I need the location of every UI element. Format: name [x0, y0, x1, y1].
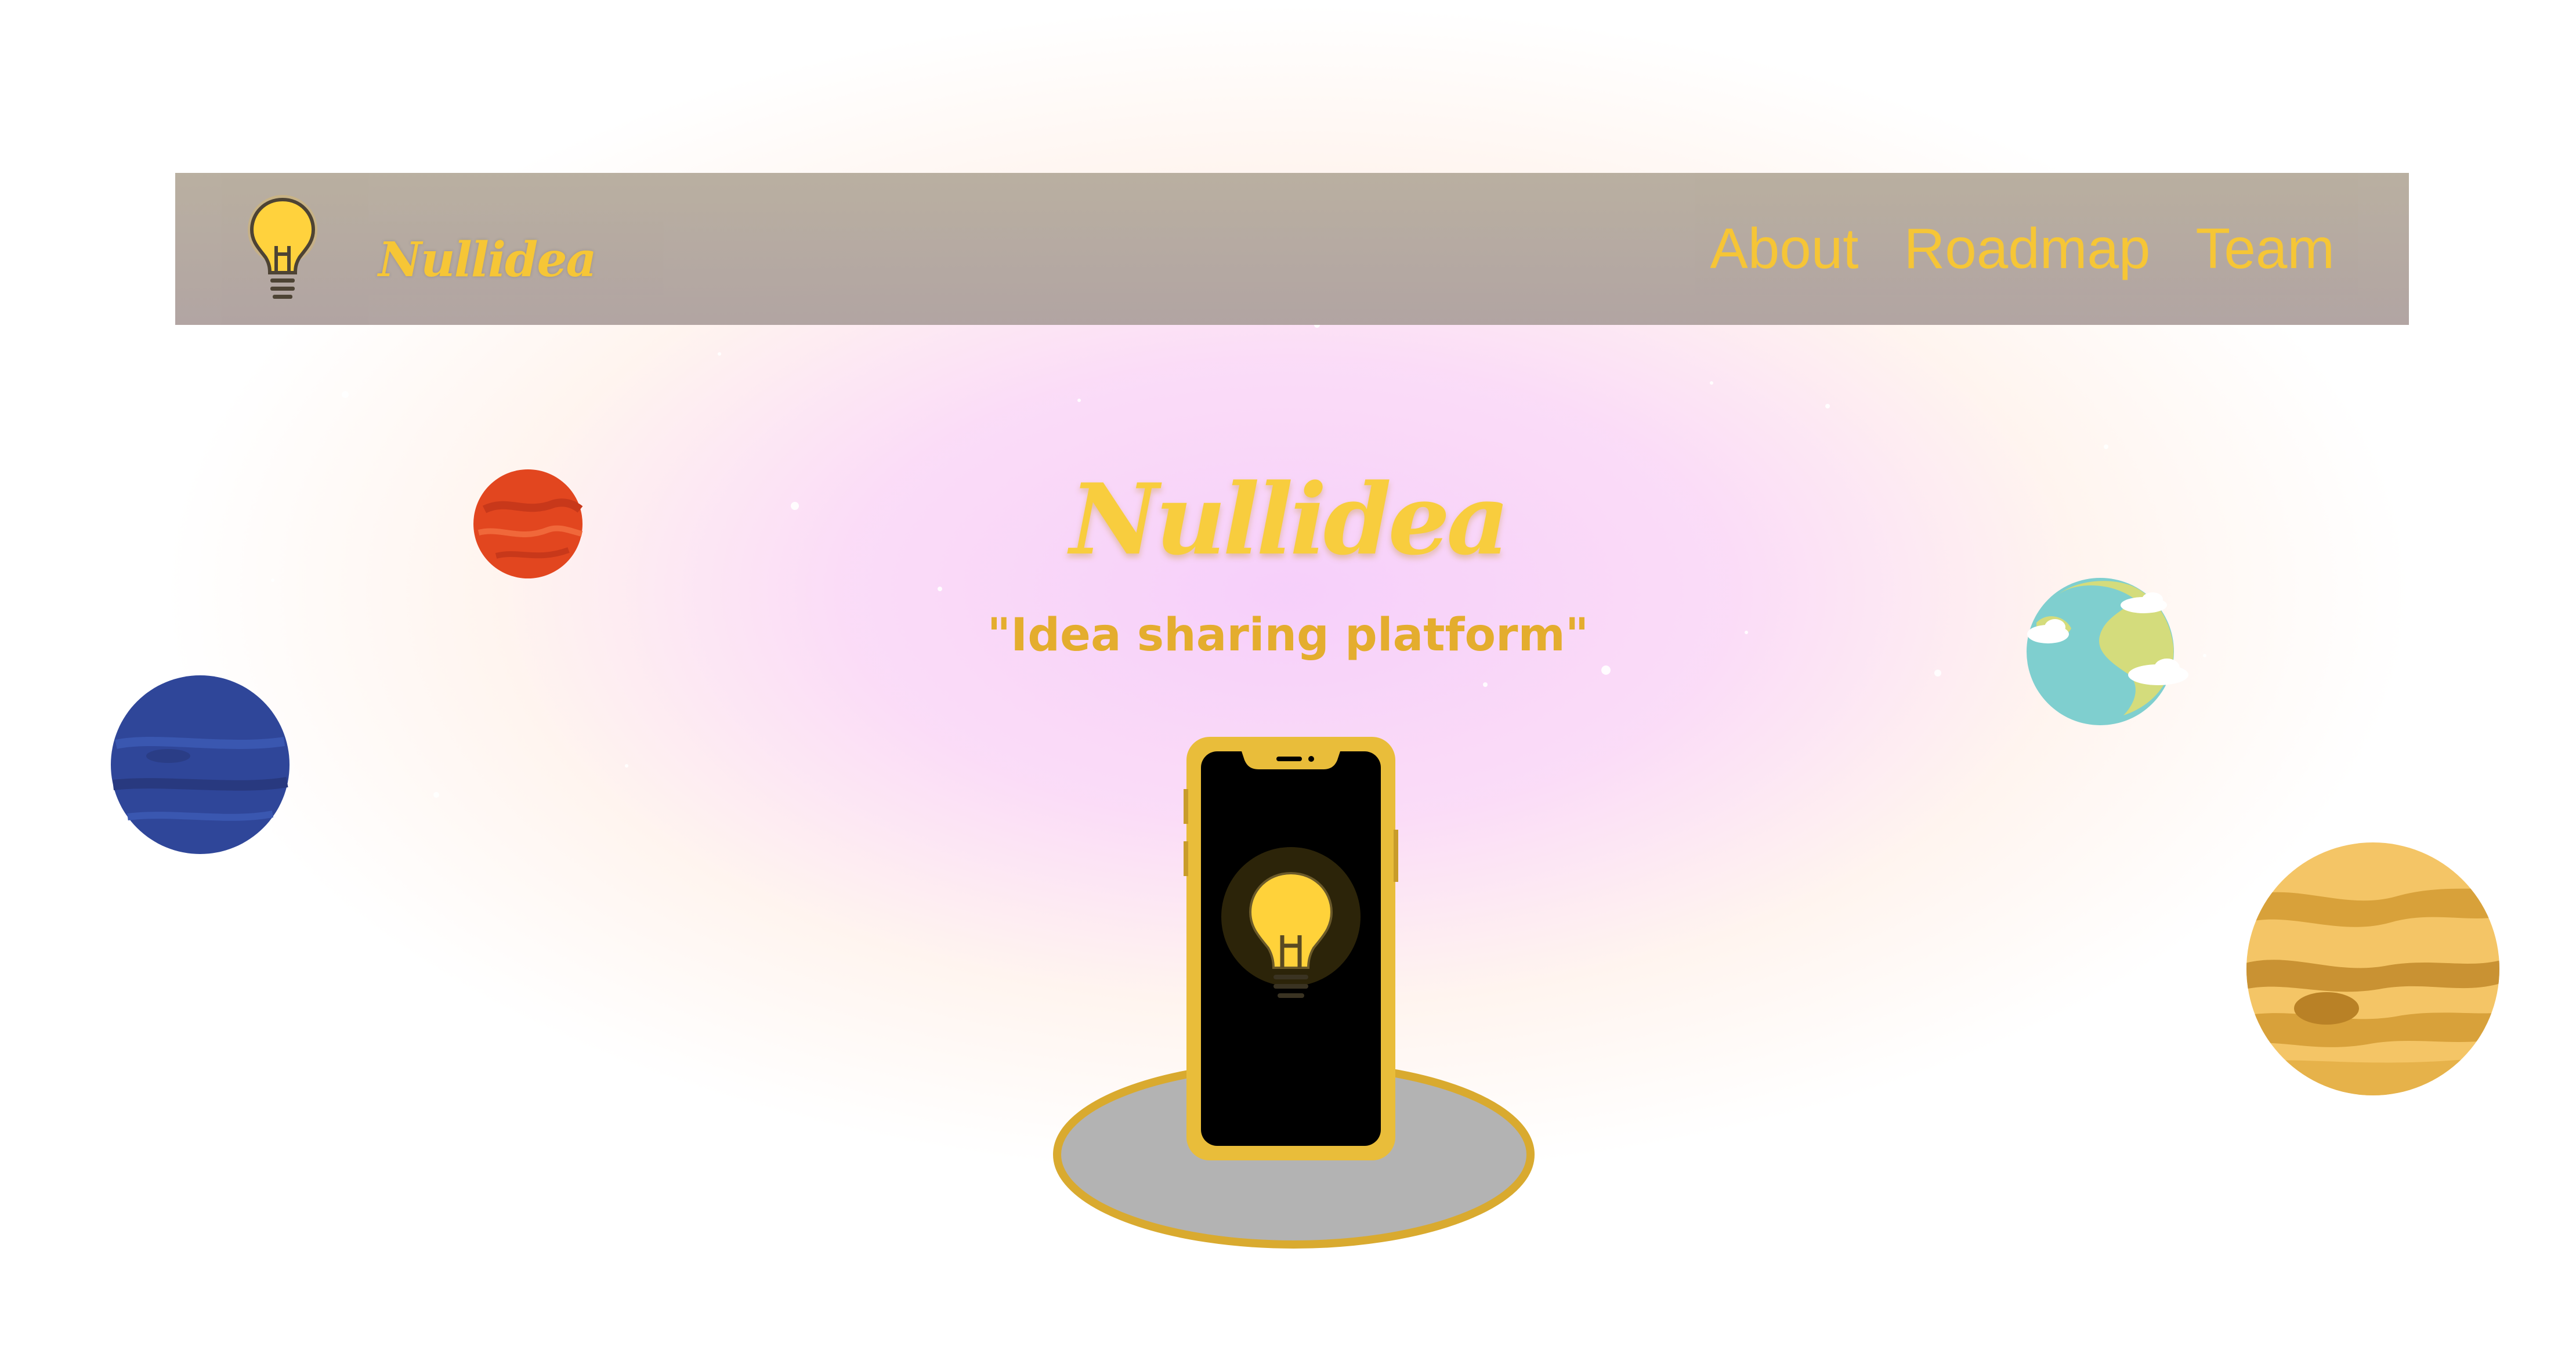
mars-planet [473, 469, 583, 578]
nav-link-team[interactable]: Team [2195, 214, 2335, 283]
phone-illustration [1044, 725, 1543, 1259]
navbar-brand[interactable]: Nullidea [378, 231, 597, 289]
jupiter-planet [2246, 842, 2499, 1095]
nav-link-about[interactable]: About [1710, 214, 1858, 283]
lightbulb-icon[interactable] [245, 194, 320, 304]
hero-title: Nullidea [1069, 462, 1510, 577]
nav-links: About Roadmap Team [1710, 214, 2335, 283]
hero-subtitle: "Idea sharing platform" [987, 609, 1589, 661]
earth-planet [2027, 578, 2188, 725]
neptune-planet [111, 675, 290, 854]
top-navbar: Nullidea About Roadmap Team [175, 173, 2409, 325]
nav-link-roadmap[interactable]: Roadmap [1904, 214, 2150, 283]
